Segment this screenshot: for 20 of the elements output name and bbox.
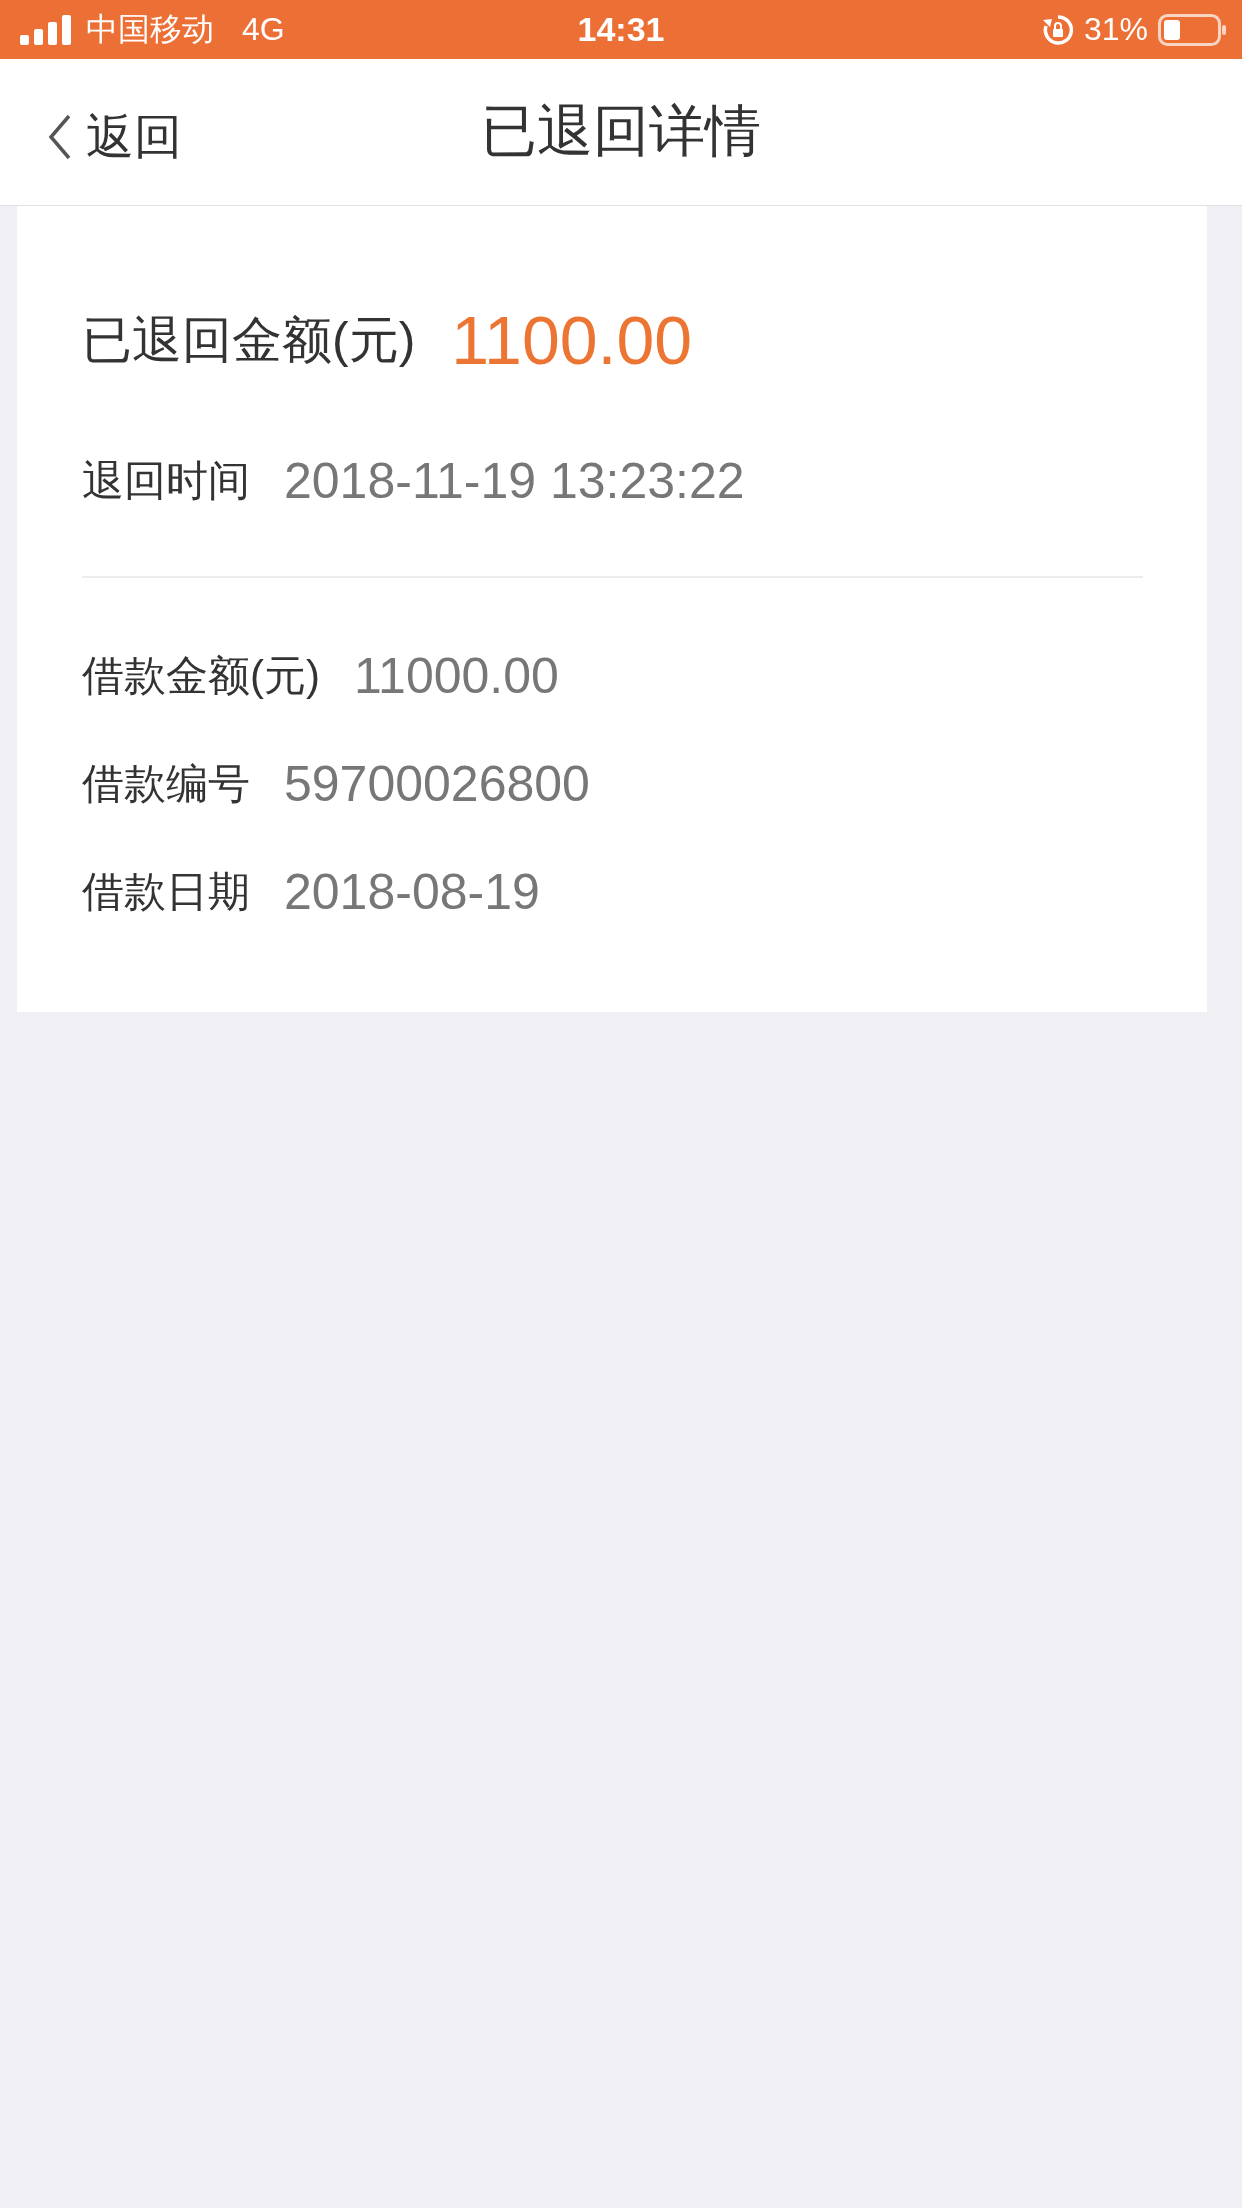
rotation-lock-icon (1041, 13, 1074, 46)
battery-icon (1158, 13, 1228, 46)
back-button[interactable]: 返回 (48, 105, 182, 169)
network-type: 4G (242, 11, 285, 48)
returned-amount: 1100.00 (451, 301, 693, 379)
field-value: 59700026800 (284, 755, 590, 813)
chevron-left-icon (48, 114, 72, 160)
returned-amount-label: 已退回金额(元) (82, 310, 416, 370)
field-value: 2018-11-19 13:23:22 (284, 452, 745, 510)
field-label: 借款金额(元) (82, 651, 320, 701)
field-value: 2018-08-19 (284, 863, 540, 921)
field-value: 11000.00 (354, 647, 559, 705)
field-label: 退回时间 (82, 456, 250, 506)
battery-percent: 31% (1083, 11, 1148, 48)
signal-icon (20, 14, 74, 45)
status-time: 14:31 (577, 10, 665, 49)
carrier-name: 中国移动 (86, 9, 214, 49)
field-label: 借款编号 (82, 759, 250, 809)
page-title: 已退回详情 (481, 98, 761, 164)
field-label: 借款日期 (82, 867, 250, 917)
